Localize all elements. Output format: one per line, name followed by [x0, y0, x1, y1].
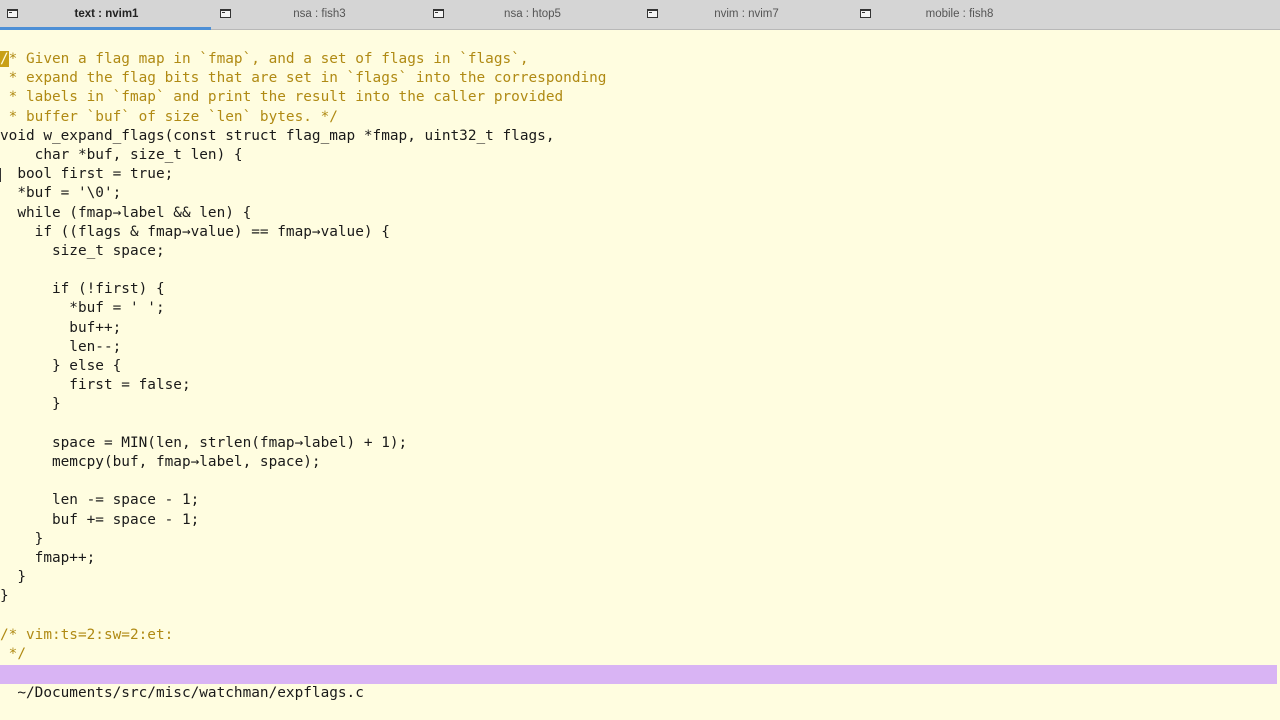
code-line: * labels in `fmap` and print the result … — [0, 89, 564, 106]
code-line: /* vim:ts=2:sw=2:et: — [0, 626, 174, 643]
code-line: bool first = true; — [0, 166, 174, 183]
code-line: first = false; — [0, 377, 191, 394]
code-line: fmap++; — [0, 549, 96, 566]
text-cursor: / — [0, 51, 9, 67]
tab-label: nvim : nvim7 — [714, 8, 779, 20]
code-line: while (fmap→label && len) { — [0, 204, 252, 221]
tab-fish3[interactable]: nsa : fish3 — [213, 0, 426, 30]
tab-fish8[interactable]: mobile : fish8 — [853, 0, 1066, 30]
code-line: if (!first) { — [0, 281, 165, 298]
status-line: ~/Documents/src/misc/watchman/expflags.c — [0, 665, 1277, 701]
tab-label: text : nvim1 — [74, 8, 139, 20]
code-line: */ — [0, 645, 26, 662]
code-line: size_t space; — [0, 242, 165, 259]
editor-buffer[interactable]: /* Given a flag map in `fmap`, and a set… — [0, 50, 1280, 664]
code-line: *buf = ' '; — [0, 300, 165, 317]
file-path: ~/Documents/src/misc/watchman/expflags.c — [17, 685, 364, 701]
code-line: * expand the flag bits that are set in `… — [0, 70, 607, 87]
code-line: } — [0, 396, 61, 413]
tab-htop5[interactable]: nsa : htop5 — [426, 0, 639, 30]
tab-nvim7[interactable]: nvim : nvim7 — [640, 0, 853, 30]
code-line: char *buf, size_t len) { — [0, 146, 243, 163]
code-line: /* Given a flag map in `fmap`, and a set… — [0, 50, 1280, 69]
code-line: space = MIN(len, strlen(fmap→label) + 1)… — [0, 434, 408, 451]
tab-label: nsa : htop5 — [504, 8, 561, 20]
code-line: len--; — [0, 338, 122, 355]
line-text: * Given a flag map in `fmap`, and a set … — [8, 51, 529, 67]
code-line: void w_expand_flags(const struct flag_ma… — [0, 127, 555, 144]
code-line: *buf = '\0'; — [0, 185, 122, 202]
code-line: buf += space - 1; — [0, 511, 200, 528]
code-line: buf++; — [0, 319, 122, 336]
code-line: memcpy(buf, fmap→label, space); — [0, 453, 321, 470]
code-line: } — [0, 588, 9, 605]
tab-label: nsa : fish3 — [293, 8, 346, 20]
tab-nvim1[interactable]: text : nvim1 — [0, 0, 213, 30]
code-line: * buffer `buf` of size `len` bytes. */ — [0, 108, 338, 125]
code-line: } else { — [0, 358, 122, 374]
code-line: if ((flags & fmap→value) == fmap→value) … — [0, 223, 390, 240]
terminal-tab-bar: text : nvim1 nsa : fish3 nsa : htop5 nvi… — [0, 0, 1280, 30]
code-line: len -= space - 1; — [0, 492, 200, 509]
code-line: } — [0, 530, 44, 547]
code-line: } — [0, 569, 26, 586]
tab-label: mobile : fish8 — [925, 8, 994, 20]
